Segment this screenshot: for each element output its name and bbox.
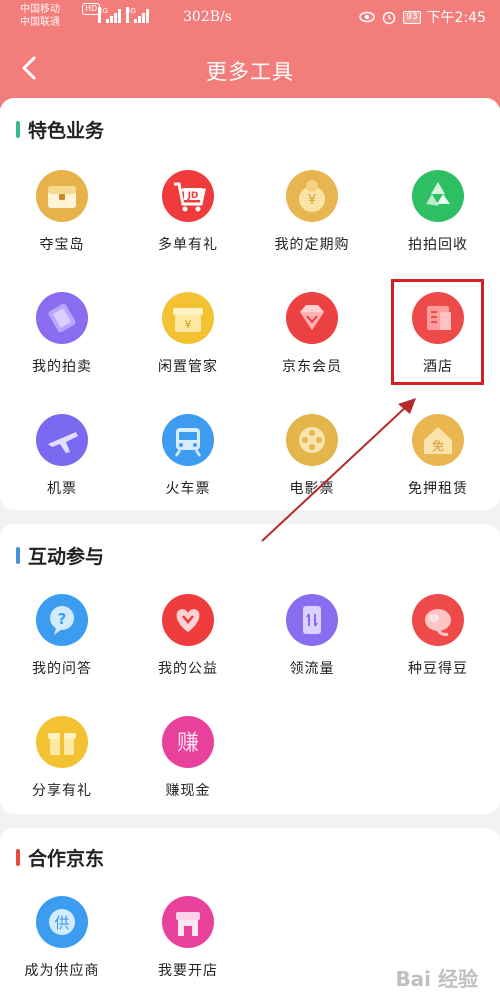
tool-item-flight[interactable]: 机票 — [2, 414, 122, 498]
tool-item-charity[interactable]: 我的公益 — [128, 594, 248, 678]
tool-item-data-traffic[interactable]: 领流量 — [252, 594, 372, 678]
svg-text:供: 供 — [54, 914, 69, 932]
section-title: 合作京东 — [16, 844, 104, 871]
tool-label: 京东会员 — [282, 359, 342, 375]
tool-item-subscription[interactable]: ¥ 我的定期购 — [252, 170, 372, 254]
status-bar: 中国移动 中国联通 HD 4G 4G 302B/s 93 下午2:45 — [0, 0, 500, 36]
clock-time: 下午2:45 — [426, 10, 486, 26]
tool-label: 种豆得豆 — [408, 661, 468, 677]
watermark-text: Bai 经验 — [395, 967, 478, 991]
tool-label: 机票 — [47, 481, 77, 497]
tool-label: 夺宝岛 — [39, 237, 85, 253]
carrier-labels: 中国移动 中国联通 — [20, 3, 60, 29]
tool-label: 成为供应商 — [24, 963, 100, 979]
carrier-2: 中国联通 — [20, 17, 60, 28]
svg-text:赚: 赚 — [177, 731, 199, 756]
tool-label: 我的定期购 — [274, 237, 350, 253]
section-title: 互动参与 — [16, 542, 104, 569]
supplier-icon: 供 — [36, 896, 88, 948]
tool-item-earn-cash[interactable]: 赚 赚现金 — [128, 716, 248, 800]
tool-item-train[interactable]: 火车票 — [128, 414, 248, 498]
tool-item-open-store[interactable]: 我要开店 — [128, 896, 248, 980]
gift-box-icon: ¥ — [162, 292, 214, 344]
tool-item-auction[interactable]: 我的拍卖 — [2, 292, 122, 376]
svg-text:¥: ¥ — [185, 318, 192, 331]
storefront-icon — [162, 896, 214, 948]
tool-label: 闲置管家 — [158, 359, 218, 375]
heart-icon — [162, 594, 214, 646]
airplane-icon — [36, 414, 88, 466]
coin-bag-icon: ¥ — [286, 170, 338, 222]
tool-item-supplier[interactable]: 供 成为供应商 — [2, 896, 122, 980]
tool-label: 我要开店 — [158, 963, 218, 979]
tool-label: 我的问答 — [32, 661, 92, 677]
tool-label: 电影票 — [289, 481, 335, 497]
signal-icon-2: 4G — [126, 7, 152, 23]
tool-label: 多单有礼 — [158, 237, 218, 253]
film-reel-icon — [286, 414, 338, 466]
tool-item-qa[interactable]: ? 我的问答 — [2, 594, 122, 678]
svg-text:?: ? — [58, 610, 67, 628]
tool-item-recycle[interactable]: 拍拍回收 — [378, 170, 498, 254]
section-title-text: 互动参与 — [28, 546, 105, 568]
jd-cart-icon: JD — [162, 170, 214, 222]
svg-text:JD: JD — [187, 191, 199, 201]
tool-label: 赚现金 — [165, 783, 211, 799]
carrier-1: 中国移动 — [20, 4, 60, 15]
tool-item-jd-member[interactable]: 京东会员 — [252, 292, 372, 376]
tool-label: 我的公益 — [158, 661, 218, 677]
svg-text:¥: ¥ — [308, 193, 316, 208]
share-gift-icon — [36, 716, 88, 768]
page-title: 更多工具 — [206, 60, 294, 84]
train-icon — [162, 414, 214, 466]
section-title: 特色业务 — [16, 116, 104, 143]
diamond-icon — [286, 292, 338, 344]
house-deposit-icon: 免 — [412, 414, 464, 466]
section-accent-bar — [16, 547, 20, 564]
tool-label: 分享有礼 — [32, 783, 92, 799]
tool-item-deposit-free-rental[interactable]: 免 免押租赁 — [378, 414, 498, 498]
tool-label: 领流量 — [289, 661, 335, 677]
tool-item-idle-manager[interactable]: ¥ 闲置管家 — [128, 292, 248, 376]
treasure-chest-icon — [36, 170, 88, 222]
status-right: 93 下午2:45 — [359, 7, 486, 27]
question-bubble-icon: ? — [36, 594, 88, 646]
tool-label: 免押租赁 — [408, 481, 468, 497]
tool-label: 拍拍回收 — [408, 237, 468, 253]
tool-item-plant-beans[interactable]: 种豆得豆 — [378, 594, 498, 678]
tool-item-share-gift[interactable]: 分享有礼 — [2, 716, 122, 800]
tool-label: 我的拍卖 — [32, 359, 92, 375]
earn-cash-icon: 赚 — [162, 716, 214, 768]
network-speed: 302B/s — [183, 9, 232, 25]
eye-icon — [359, 11, 375, 23]
recycle-icon — [412, 170, 464, 222]
section-interaction: 互动参与 ? 我的问答 我的公益 领流量 种豆得豆 分享有礼 赚 赚现金 — [0, 524, 500, 814]
section-accent-bar — [16, 849, 20, 866]
section-title-text: 合作京东 — [28, 848, 105, 870]
svg-text:免: 免 — [432, 438, 444, 453]
auction-gavel-icon — [36, 292, 88, 344]
signal-icon-1: 4G — [98, 7, 124, 23]
bean-icon — [412, 594, 464, 646]
tool-item-multi-order-gift[interactable]: JD 多单有礼 — [128, 170, 248, 254]
phone-data-icon — [286, 594, 338, 646]
header-bar: 中国移动 中国联通 HD 4G 4G 302B/s 93 下午2:45 更多工具 — [0, 0, 500, 108]
tool-item-movie[interactable]: 电影票 — [252, 414, 372, 498]
alarm-icon — [382, 11, 396, 25]
section-accent-bar — [16, 121, 20, 138]
annotation-highlight-box — [391, 279, 484, 385]
battery-indicator: 93 — [403, 10, 421, 24]
section-title-text: 特色业务 — [28, 120, 105, 142]
tool-label: 火车票 — [165, 481, 211, 497]
tool-item-treasure-island[interactable]: 夺宝岛 — [2, 170, 122, 254]
